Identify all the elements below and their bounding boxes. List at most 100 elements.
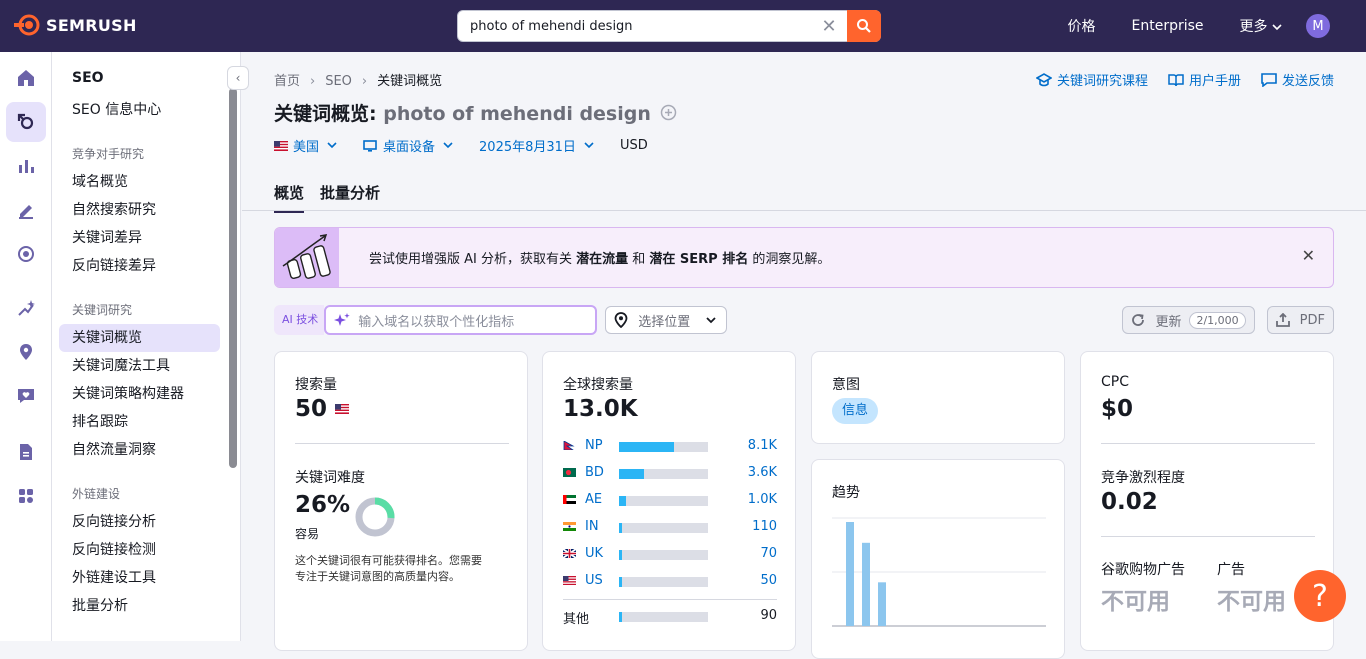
header-links: 关键词研究课程 用户手册 发送反馈 xyxy=(1016,70,1334,89)
sidebar-item-keyword-gap[interactable]: 关键词差异 xyxy=(59,224,220,252)
sidebar-item-domain-overview[interactable]: 域名概览 xyxy=(59,168,220,196)
device-select[interactable]: 桌面设备 xyxy=(363,136,453,155)
icon-rail xyxy=(0,52,52,641)
country-code[interactable]: AE xyxy=(585,492,602,507)
seo-icon[interactable] xyxy=(6,102,46,142)
cpc-value: $0 xyxy=(1101,396,1134,422)
banner-text-1: 尝试使用增强版 AI 分析，获取有关 xyxy=(369,252,577,267)
avatar[interactable]: M xyxy=(1306,14,1330,38)
top-bar: SEMRUSH photo of mehendi design ✕ 价格 Ent… xyxy=(0,0,1366,52)
sidebar-section-title: 外链建设 xyxy=(72,487,121,501)
update-button[interactable]: 更新 2/1,000 xyxy=(1122,306,1255,334)
date-label: 2025年8月31日 xyxy=(479,140,576,155)
volume-value: 50 xyxy=(295,396,350,422)
sidebar-item-bulk-analysis[interactable]: 批量分析 xyxy=(59,592,220,620)
country-bar xyxy=(619,550,708,560)
country-code[interactable]: US xyxy=(585,573,603,588)
currency-label: USD xyxy=(619,138,648,153)
pdf-button[interactable]: PDF xyxy=(1266,306,1334,334)
manual-link-label: 用户手册 xyxy=(1188,74,1241,89)
bar-chart-icon[interactable] xyxy=(6,146,46,186)
nav-enterprise[interactable]: Enterprise xyxy=(1132,18,1204,34)
location-select[interactable]: 选择位置 xyxy=(605,306,728,334)
sidebar-item-keyword-strategy-builder[interactable]: 关键词策略构建器 xyxy=(59,380,220,408)
content-edit-icon[interactable] xyxy=(6,190,46,230)
trend-chart xyxy=(832,517,1046,627)
clear-icon[interactable]: ✕ xyxy=(811,16,847,37)
tab-overview[interactable]: 概览 xyxy=(274,182,305,213)
trend-bar[interactable] xyxy=(878,582,886,626)
divider xyxy=(1101,443,1315,444)
add-circle-icon[interactable] xyxy=(660,104,677,121)
country-code[interactable]: UK xyxy=(585,546,603,561)
intent-badge: 信息 xyxy=(832,398,879,424)
close-icon[interactable]: ✕ xyxy=(1302,246,1315,265)
filters-bar: 美国 桌面设备 2025年8月31日 USD xyxy=(274,136,648,155)
country-value[interactable]: 8.1K xyxy=(748,438,777,453)
sidebar-item-backlink-analytics[interactable]: 反向链接分析 xyxy=(59,508,220,536)
course-link-label: 关键词研究课程 xyxy=(1056,74,1148,89)
nav-pricing[interactable]: 价格 xyxy=(1068,16,1096,36)
help-button[interactable]: ? xyxy=(1294,570,1346,622)
chevron-down-icon xyxy=(327,142,337,149)
ai-sparkle-icon[interactable] xyxy=(6,288,46,328)
chat-heart-icon[interactable] xyxy=(6,376,46,416)
sidebar-item-organic-research[interactable]: 自然搜索研究 xyxy=(59,196,220,224)
search-input[interactable]: photo of mehendi design xyxy=(458,19,811,34)
country-code[interactable]: NP xyxy=(585,438,603,453)
country-code[interactable]: BD xyxy=(585,465,604,480)
other-label: 其他 xyxy=(563,612,590,627)
country-value[interactable]: 110 xyxy=(752,519,777,534)
target-icon[interactable] xyxy=(6,234,46,274)
breadcrumb-seo[interactable]: SEO xyxy=(325,74,352,89)
sidebar-scrollbar[interactable] xyxy=(229,88,237,468)
sidebar-item-organic-traffic-insights[interactable]: 自然流量洞察 xyxy=(59,436,220,464)
trend-bar[interactable] xyxy=(862,542,870,626)
home-icon[interactable] xyxy=(6,58,46,98)
country-row: US 50 xyxy=(563,573,777,589)
sidebar-item-keyword-magic-tool[interactable]: 关键词魔法工具 xyxy=(59,352,220,380)
domain-input[interactable]: 输入域名以获取个性化指标 xyxy=(324,305,598,335)
refresh-icon xyxy=(1132,314,1145,326)
country-select[interactable]: 美国 xyxy=(274,136,337,155)
tab-bulk-analysis[interactable]: 批量分析 xyxy=(320,182,380,213)
sidebar-item-link-building-tool[interactable]: 外链建设工具 xyxy=(59,564,220,592)
chat-bubble-icon xyxy=(1261,72,1277,87)
sidebar-item-backlink-gap[interactable]: 反向链接差异 xyxy=(59,252,220,280)
manual-link[interactable]: 用户手册 xyxy=(1168,70,1241,89)
country-code[interactable]: IN xyxy=(585,519,599,534)
page-title-prefix: 关键词概览: xyxy=(274,103,377,125)
global-volume-value: 13.0K xyxy=(563,396,638,422)
semrush-logo-icon xyxy=(14,14,40,36)
location-pin-icon[interactable] xyxy=(6,332,46,372)
volume-label: 搜索量 xyxy=(295,377,337,393)
course-link[interactable]: 关键词研究课程 xyxy=(1035,70,1148,89)
breadcrumb-home[interactable]: 首页 xyxy=(274,74,300,89)
country-bar xyxy=(619,469,708,479)
chevron-down-icon xyxy=(584,142,594,149)
country-value[interactable]: 70 xyxy=(760,546,777,561)
search-box[interactable]: photo of mehendi design ✕ xyxy=(457,10,881,42)
nav-more[interactable]: 更多 xyxy=(1240,16,1282,36)
sidebar-item-keyword-overview[interactable]: 关键词概览 xyxy=(59,324,220,352)
sidebar-item-backlink-audit[interactable]: 反向链接检测 xyxy=(59,536,220,564)
country-value[interactable]: 3.6K xyxy=(748,465,777,480)
search-button[interactable] xyxy=(847,10,881,42)
trend-card: 趋势 xyxy=(811,459,1065,659)
country-value[interactable]: 1.0K xyxy=(748,492,777,507)
date-select[interactable]: 2025年8月31日 xyxy=(479,136,594,155)
sidebar-item-seo-hub[interactable]: SEO 信息中心 xyxy=(59,96,220,124)
divider xyxy=(295,443,509,444)
competition-label: 竞争激烈程度 xyxy=(1101,470,1185,486)
main-content: 首页 › SEO › 关键词概览 关键词研究课程 用户手册 发送反馈 关键词概览: ph… xyxy=(242,52,1366,659)
divider xyxy=(563,599,777,600)
sidebar-item-position-tracking[interactable]: 排名跟踪 xyxy=(59,408,220,436)
country-value[interactable]: 50 xyxy=(760,573,777,588)
feedback-link[interactable]: 发送反馈 xyxy=(1261,70,1334,89)
intent-label: 意图 xyxy=(832,377,860,393)
divider xyxy=(1101,536,1315,537)
apps-icon[interactable] xyxy=(6,476,46,516)
report-icon[interactable] xyxy=(6,432,46,472)
semrush-logo[interactable]: SEMRUSH xyxy=(14,14,137,36)
trend-bar[interactable] xyxy=(846,522,854,626)
